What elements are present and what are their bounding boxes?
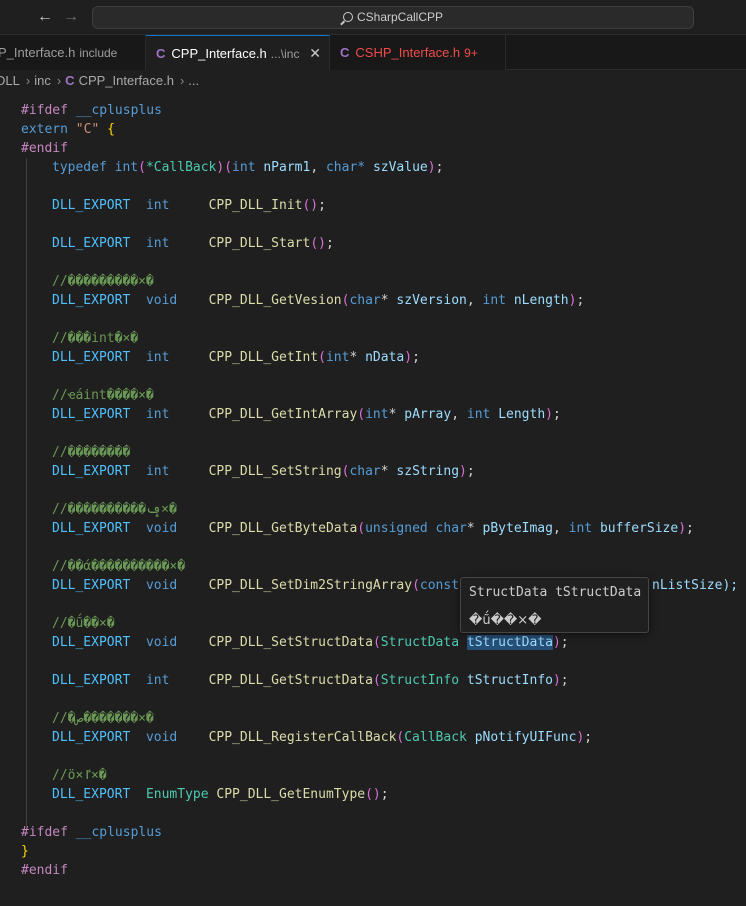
chevron-right-icon: › xyxy=(179,73,185,88)
indent-guide xyxy=(26,158,27,826)
code-line-getint: DLL_EXPORT int CPP_DLL_GetInt(int* nData… xyxy=(52,350,420,365)
c-file-icon: C xyxy=(156,46,166,61)
code-comment: //���int�×� xyxy=(52,331,139,346)
tab-p-interface[interactable]: P_Interface.h include xyxy=(0,35,146,70)
breadcrumb-item-file[interactable]: CPP_Interface.h xyxy=(79,73,174,88)
code-line-setstring: DLL_EXPORT int CPP_DLL_SetString(char* s… xyxy=(52,464,475,479)
code-line-init: DLL_EXPORT int CPP_DLL_Init(); xyxy=(52,198,326,213)
code-comment: //�������� xyxy=(52,445,131,460)
code-comment: //ҽáint����×� xyxy=(52,388,154,403)
code-line-getstructdata: DLL_EXPORT int CPP_DLL_GetStructData(Str… xyxy=(52,673,569,688)
code-comment: //�ص�������×� xyxy=(52,711,154,726)
code-line-registercallback: DLL_EXPORT void CPP_DLL_RegisterCallBack… xyxy=(52,730,593,745)
code-line-brace-close: } xyxy=(21,844,29,859)
code-line-setstructdata: DLL_EXPORT void CPP_DLL_SetStructData(St… xyxy=(52,635,569,650)
code-line-getintarray: DLL_EXPORT int CPP_DLL_GetIntArray(int* … xyxy=(52,407,561,422)
breadcrumb-item-symbols[interactable]: ... xyxy=(188,73,199,88)
code-comment: //��ά����������×� xyxy=(52,559,186,574)
code-line-typedef: typedef int(*CallBack)(int nParm1, char*… xyxy=(52,160,444,175)
code-line-tail: nListSize); xyxy=(652,578,739,593)
tab-cpp-interface-active[interactable]: C CPP_Interface.h ...\inc ✕ xyxy=(146,35,330,71)
breadcrumb: DLL › inc › C CPP_Interface.h ›... xyxy=(0,70,746,92)
tab-description: include xyxy=(79,46,118,60)
tab-cshp-interface[interactable]: C CSHP_Interface.h 9+ xyxy=(330,35,506,70)
breadcrumb-item-dll[interactable]: DLL xyxy=(0,73,20,88)
title-bar: ← → CSharpCallCPP xyxy=(0,0,746,35)
chevron-right-icon: › xyxy=(56,73,62,88)
c-file-icon: C xyxy=(65,73,75,88)
code-line-getenumtype: DLL_EXPORT EnumType CPP_DLL_GetEnumType(… xyxy=(52,787,389,802)
hover-tooltip: StructData tStructData �ṹ��×� xyxy=(460,577,649,633)
hover-signature: StructData tStructData xyxy=(469,585,642,600)
editor-tab-bar: P_Interface.h include C CPP_Interface.h...… xyxy=(0,35,746,71)
forward-arrow-icon[interactable]: → xyxy=(61,7,81,27)
breadcrumb-item-inc[interactable]: inc xyxy=(34,73,51,88)
search-icon xyxy=(342,12,353,22)
chevron-right-icon: › xyxy=(25,73,31,88)
code-line-ifdef: #ifdef __cplusplus xyxy=(21,103,162,118)
code-line-ifdef-end: #ifdef __cplusplus xyxy=(21,825,162,840)
tab-description: ...\inc xyxy=(270,47,300,61)
code-comment: //���������×� xyxy=(52,274,154,289)
code-comment: //�ṹ��×� xyxy=(52,616,115,631)
code-line-start: DLL_EXPORT int CPP_DLL_Start(); xyxy=(52,236,334,251)
command-center-search[interactable]: CSharpCallCPP xyxy=(92,6,694,29)
tab-label: CPP_Interface.h xyxy=(171,46,267,61)
back-arrow-icon[interactable]: ← xyxy=(35,7,55,27)
tab-label: CSHP_Interface.h xyxy=(355,45,461,60)
command-center-text: CSharpCallCPP xyxy=(356,10,444,24)
code-line-getversion: DLL_EXPORT void CPP_DLL_GetVesion(char* … xyxy=(52,293,585,308)
code-line-extern: extern "C" { xyxy=(21,122,115,137)
code-comment: //ö×ٵ×� xyxy=(52,768,107,783)
tab-label: P_Interface.h xyxy=(0,45,76,60)
c-file-icon: C xyxy=(340,45,350,60)
code-line-endif-end: #endif xyxy=(21,863,68,878)
code-editor[interactable]: #ifdef __cplusplus extern "C" { #endif t… xyxy=(0,92,746,906)
close-icon[interactable]: ✕ xyxy=(309,36,321,71)
code-line-getbytedata: DLL_EXPORT void CPP_DLL_GetByteData(unsi… xyxy=(52,521,694,536)
hover-doc: �ṹ��×� xyxy=(469,613,542,628)
code-comment: //����������ݡ×� xyxy=(52,502,177,517)
code-line-endif: #endif xyxy=(21,141,68,156)
problems-badge: 9+ xyxy=(464,46,478,60)
code-line-setdim2stringarray: DLL_EXPORT void CPP_DLL_SetDim2StringArr… xyxy=(52,578,460,593)
